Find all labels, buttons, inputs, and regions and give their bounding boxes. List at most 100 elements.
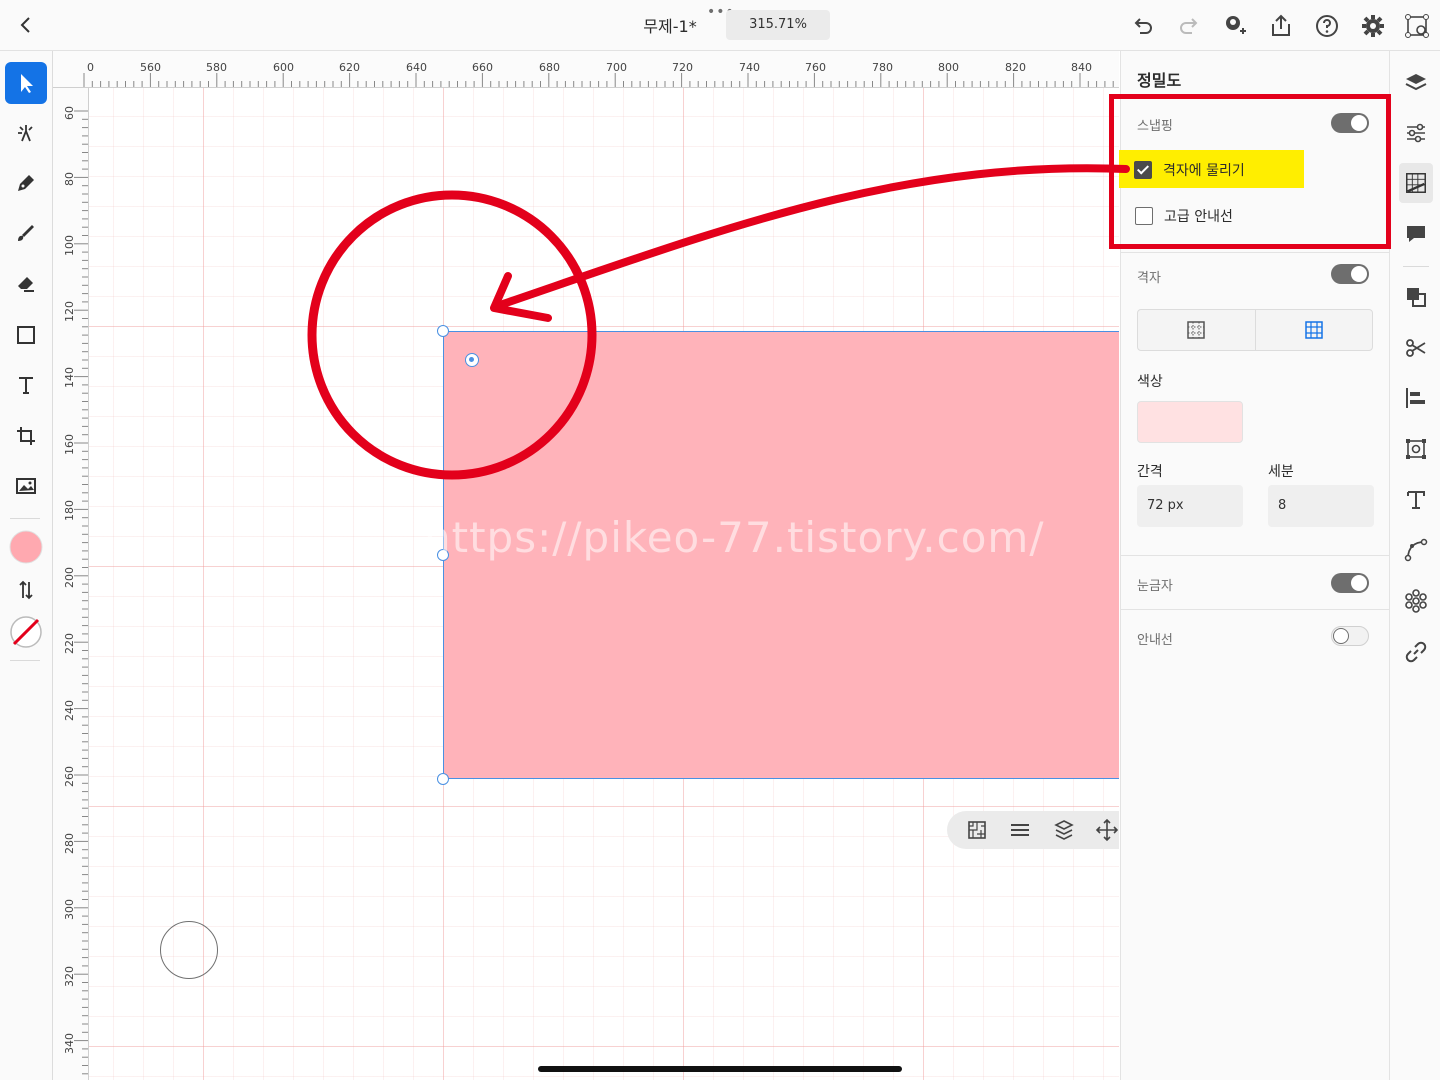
panel-divider xyxy=(1121,252,1389,253)
horizontal-ruler[interactable]: 0 560 580 600 620 640 660 680 700 720 74… xyxy=(53,51,1119,88)
undo-icon[interactable] xyxy=(1130,13,1156,39)
ruler-label: 120 xyxy=(63,301,76,322)
redo-icon[interactable] xyxy=(1176,13,1202,39)
rectangle-tool-icon[interactable] xyxy=(5,314,47,356)
align-left-icon[interactable] xyxy=(1403,385,1429,411)
opacity-icon[interactable] xyxy=(965,818,989,842)
segment-divider xyxy=(1255,310,1256,350)
rulers-label: 눈금자 xyxy=(1137,579,1173,594)
artboard-tool-icon[interactable] xyxy=(5,415,47,457)
ruler-label: 60 xyxy=(63,106,76,120)
grid-type-selector xyxy=(1137,309,1373,351)
touch-shortcut-circle[interactable] xyxy=(160,921,218,979)
selection-tool-icon[interactable] xyxy=(5,62,47,104)
arrange-layers-icon[interactable] xyxy=(1052,818,1076,842)
fill-color-swatch[interactable] xyxy=(5,526,47,568)
help-icon[interactable] xyxy=(1314,13,1340,39)
ruler-label: 260 xyxy=(63,766,76,787)
ruler-label: 620 xyxy=(339,61,360,74)
properties-sliders-icon[interactable] xyxy=(1403,120,1429,146)
ruler-label: 660 xyxy=(472,61,493,74)
subdivisions-input[interactable]: 8 xyxy=(1268,485,1374,527)
panel-title: 정밀도 xyxy=(1137,71,1182,90)
move-icon[interactable] xyxy=(1095,818,1119,842)
ruler-label: 100 xyxy=(63,235,76,256)
ruler-label: 780 xyxy=(872,61,893,74)
ruler-label: 840 xyxy=(1071,61,1092,74)
ruler-label: 140 xyxy=(63,367,76,388)
ruler-label: 800 xyxy=(938,61,959,74)
toolbar-divider xyxy=(10,518,40,519)
spacing-input[interactable]: 72 px xyxy=(1137,485,1243,527)
ruler-label: 680 xyxy=(539,61,560,74)
ruler-label: 340 xyxy=(63,1033,76,1054)
ruler-label: 240 xyxy=(63,700,76,721)
precision-grid-ruler-icon[interactable] xyxy=(1399,163,1433,203)
zoom-level[interactable]: 315.71% xyxy=(726,10,830,40)
watermark-text: https://pikeo-77.tistory.com/ xyxy=(424,513,1045,562)
annotation-red-box xyxy=(1109,94,1391,249)
swap-fill-stroke-icon[interactable] xyxy=(5,569,47,611)
grid-color-swatch[interactable] xyxy=(1137,401,1243,443)
type-tool-icon[interactable] xyxy=(5,364,47,406)
direct-selection-pen-icon[interactable] xyxy=(5,112,47,154)
resize-handle-bottom-left[interactable] xyxy=(437,773,449,785)
guides-toggle[interactable] xyxy=(1331,626,1369,646)
ruler-label: 560 xyxy=(140,61,161,74)
color-label: 색상 xyxy=(1137,374,1163,390)
ruler-label: 600 xyxy=(273,61,294,74)
layers-icon[interactable] xyxy=(1403,70,1429,96)
resize-handle-top-left[interactable] xyxy=(437,325,449,337)
panel-divider xyxy=(1121,609,1389,610)
ruler-label: 820 xyxy=(1005,61,1026,74)
document-title[interactable]: 무제-1* xyxy=(620,13,720,37)
stroke-none-swatch[interactable] xyxy=(5,611,47,653)
grid-label: 격자 xyxy=(1137,271,1161,286)
square-grid-icon[interactable] xyxy=(1304,320,1324,340)
comments-icon[interactable] xyxy=(1403,221,1429,247)
back-icon[interactable] xyxy=(14,12,38,38)
repeat-grid-icon[interactable] xyxy=(1403,588,1429,614)
ruler-label: 320 xyxy=(63,966,76,987)
rulers-toggle[interactable] xyxy=(1331,573,1369,593)
settings-gear-icon[interactable] xyxy=(1360,13,1386,39)
pen-tool-icon[interactable] xyxy=(5,162,47,204)
toolbar-divider xyxy=(10,660,40,661)
ruler-label: 700 xyxy=(606,61,627,74)
ruler-label: 740 xyxy=(739,61,760,74)
ruler-label: 180 xyxy=(63,500,76,521)
ruler-label: 160 xyxy=(63,434,76,455)
sidebar-divider xyxy=(1403,266,1429,267)
subdivisions-label: 세분 xyxy=(1268,464,1294,480)
top-bar: 무제-1* ••• 315.71% xyxy=(0,0,1440,51)
text-properties-icon[interactable] xyxy=(1403,487,1429,513)
path-curve-icon[interactable] xyxy=(1403,537,1429,563)
align-menu-icon[interactable] xyxy=(1008,818,1032,842)
ruler-label: 300 xyxy=(63,899,76,920)
transform-icon[interactable] xyxy=(1403,436,1429,462)
image-place-icon[interactable] xyxy=(5,465,47,507)
ruler-label: 580 xyxy=(206,61,227,74)
home-indicator xyxy=(538,1066,902,1072)
context-action-bar xyxy=(947,811,1119,849)
share-icon[interactable] xyxy=(1268,13,1294,39)
artboard-canvas[interactable]: https://pikeo-77.tistory.com/ xyxy=(89,88,1119,1080)
ruler-label: 0 xyxy=(87,61,94,74)
layout-grid-dotted-icon[interactable] xyxy=(1186,320,1206,340)
invite-user-icon[interactable] xyxy=(1222,13,1248,39)
ruler-label: 80 xyxy=(63,172,76,186)
ruler-label: 720 xyxy=(672,61,693,74)
corner-radius-control[interactable] xyxy=(465,353,479,367)
grid-toggle[interactable] xyxy=(1331,264,1369,284)
link-icon[interactable] xyxy=(1403,639,1429,665)
ruler-label: 760 xyxy=(805,61,826,74)
vertical-ruler[interactable]: 60 80 100 120 140 160 180 200 220 240 26… xyxy=(53,88,89,1080)
eraser-tool-icon[interactable] xyxy=(5,262,47,304)
transform-select-icon[interactable] xyxy=(1404,13,1430,39)
brush-tool-icon[interactable] xyxy=(5,212,47,254)
tools-toolbar xyxy=(0,51,53,1080)
scissors-icon[interactable] xyxy=(1403,335,1429,361)
properties-sidebar xyxy=(1389,51,1440,1080)
pathfinder-icon[interactable] xyxy=(1403,284,1429,310)
panel-divider xyxy=(1121,555,1389,556)
